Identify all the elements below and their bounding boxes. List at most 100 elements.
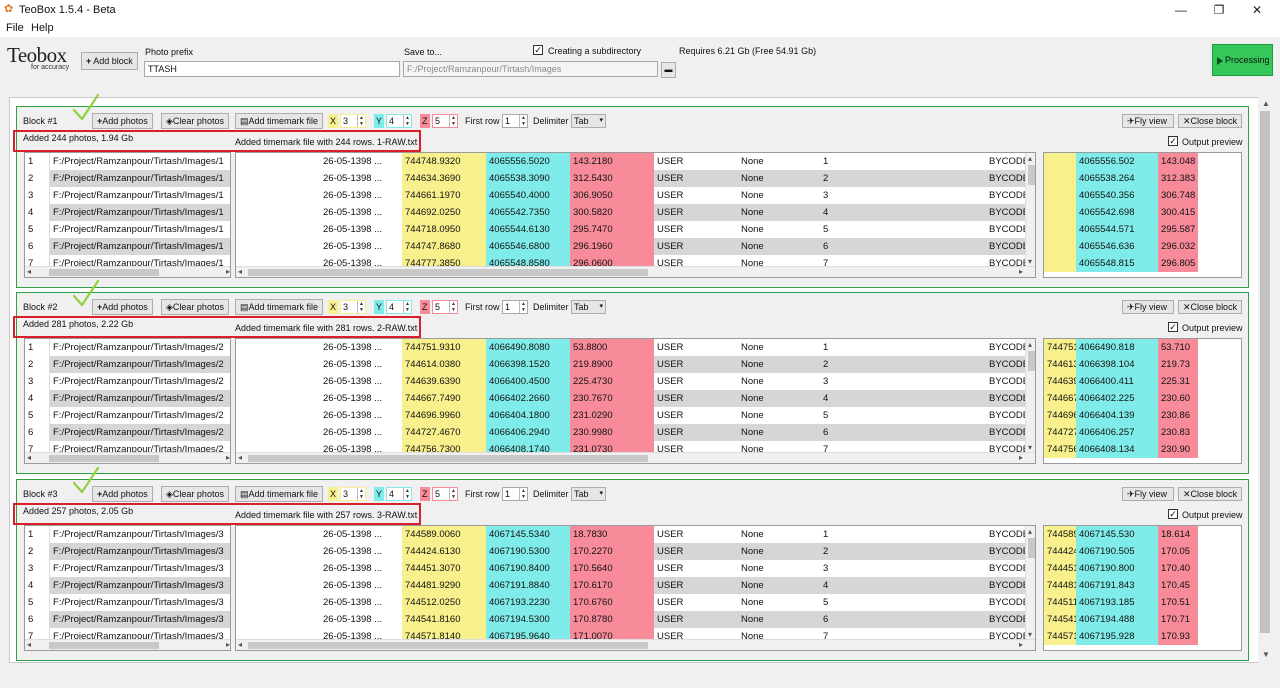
table-row[interactable]: 5 F:/Project/Ramzanpour/Tirtash/Images/1 xyxy=(25,221,230,238)
scroll-left-icon[interactable]: ◂ xyxy=(27,640,31,649)
table-row[interactable]: 3 F:/Project/Ramzanpour/Tirtash/Images/2 xyxy=(25,373,230,390)
scroll-thumb[interactable] xyxy=(49,269,159,276)
scroll-thumb[interactable] xyxy=(1028,351,1035,371)
add-timemark-button[interactable]: ▤Add timemark file xyxy=(235,486,323,502)
scroll-left-icon[interactable]: ◂ xyxy=(238,267,242,276)
timemark-vertical-scrollbar[interactable]: ▴ ▾ xyxy=(1025,526,1035,640)
menu-file[interactable]: File xyxy=(6,22,24,34)
photos-horizontal-scrollbar[interactable]: ◂ ▸ xyxy=(25,639,230,650)
delimiter-select[interactable]: Tab ▾ xyxy=(571,114,606,128)
z-column-spinner[interactable]: 5 ▲ ▼ xyxy=(432,300,458,314)
spin-arrows-icon[interactable]: ▲ ▼ xyxy=(449,488,457,500)
spin-arrows-icon[interactable]: ▲ ▼ xyxy=(403,115,411,127)
clear-photos-button[interactable]: ◈Clear photos xyxy=(161,299,229,315)
table-row[interactable]: 26-05-1398 ... 744589.0060 4067145.5340 18.… xyxy=(236,526,1026,543)
save-to-input[interactable]: F:/Project/Ramzanpour/Tirtash/Images xyxy=(403,61,658,77)
scroll-thumb[interactable] xyxy=(1028,538,1035,558)
scroll-up-icon[interactable]: ▴ xyxy=(1028,527,1032,536)
first-row-spinner[interactable]: 1 ▲ ▼ xyxy=(502,300,528,314)
minimize-button[interactable]: — xyxy=(1166,2,1196,18)
spin-arrows-icon[interactable]: ▲ ▼ xyxy=(519,301,527,313)
processing-button[interactable]: Processing xyxy=(1212,44,1273,76)
scroll-right-icon[interactable]: ▸ xyxy=(226,267,230,276)
table-row[interactable]: 26-05-1398 ... 744747.8680 4065546.6800 296… xyxy=(236,238,1026,255)
timemark-horizontal-scrollbar[interactable]: ◂ ▸ xyxy=(236,452,1035,463)
output-preview-checkbox[interactable]: ✓ xyxy=(1168,322,1178,332)
maximize-button[interactable]: ❐ xyxy=(1204,2,1234,18)
close-block-button[interactable]: ✕Close block xyxy=(1178,300,1242,314)
table-row[interactable]: 26-05-1398 ... 744451.3070 4067190.8400 170… xyxy=(236,560,1026,577)
table-row[interactable]: 3 F:/Project/Ramzanpour/Tirtash/Images/3 xyxy=(25,560,230,577)
table-row[interactable]: 2 F:/Project/Ramzanpour/Tirtash/Images/2 xyxy=(25,356,230,373)
table-row[interactable]: 26-05-1398 ... 744512.0250 4067193.2230 170… xyxy=(236,594,1026,611)
output-preview-checkbox[interactable]: ✓ xyxy=(1168,509,1178,519)
y-column-spinner[interactable]: 4 ▲ ▼ xyxy=(386,300,412,314)
spin-arrows-icon[interactable]: ▲ ▼ xyxy=(357,488,365,500)
spin-arrows-icon[interactable]: ▲ ▼ xyxy=(403,488,411,500)
x-column-spinner[interactable]: 3 ▲ ▼ xyxy=(340,487,366,501)
spin-arrows-icon[interactable]: ▲ ▼ xyxy=(449,301,457,313)
scroll-down-icon[interactable]: ▼ xyxy=(1262,650,1270,659)
scroll-thumb[interactable] xyxy=(248,269,648,276)
y-column-spinner[interactable]: 4 ▲ ▼ xyxy=(386,487,412,501)
scroll-right-icon[interactable]: ▸ xyxy=(1019,640,1023,649)
z-column-spinner[interactable]: 5 ▲ ▼ xyxy=(432,114,458,128)
table-row[interactable]: 1 F:/Project/Ramzanpour/Tirtash/Images/1 xyxy=(25,153,230,170)
add-photos-button[interactable]: +Add photos xyxy=(92,299,153,315)
z-column-spinner[interactable]: 5 ▲ ▼ xyxy=(432,487,458,501)
table-row[interactable]: 2 F:/Project/Ramzanpour/Tirtash/Images/1 xyxy=(25,170,230,187)
first-row-spinner[interactable]: 1 ▲ ▼ xyxy=(502,114,528,128)
table-row[interactable]: 26-05-1398 ... 744541.8160 4067194.5300 170… xyxy=(236,611,1026,628)
y-column-spinner[interactable]: 4 ▲ ▼ xyxy=(386,114,412,128)
subdirectory-checkbox[interactable]: ✓ xyxy=(533,45,543,55)
scroll-thumb[interactable] xyxy=(1028,165,1035,185)
spin-arrows-icon[interactable]: ▲ ▼ xyxy=(519,488,527,500)
main-vertical-scrollbar[interactable]: ▲ ▼ xyxy=(1258,97,1272,663)
table-row[interactable]: 4 F:/Project/Ramzanpour/Tirtash/Images/3 xyxy=(25,577,230,594)
x-column-spinner[interactable]: 3 ▲ ▼ xyxy=(340,300,366,314)
table-row[interactable]: 26-05-1398 ... 744634.3690 4065538.3090 312… xyxy=(236,170,1026,187)
menu-help[interactable]: Help xyxy=(31,22,54,34)
table-row[interactable]: 26-05-1398 ... 744481.9290 4067191.8840 170… xyxy=(236,577,1026,594)
timemark-horizontal-scrollbar[interactable]: ◂ ▸ xyxy=(236,266,1035,277)
fly-view-button[interactable]: ✈Fly view xyxy=(1122,300,1174,314)
scroll-left-icon[interactable]: ◂ xyxy=(238,453,242,462)
table-row[interactable]: 26-05-1398 ... 744661.1970 4065540.4000 306… xyxy=(236,187,1026,204)
table-row[interactable]: 6 F:/Project/Ramzanpour/Tirtash/Images/1 xyxy=(25,238,230,255)
scroll-right-icon[interactable]: ▸ xyxy=(226,453,230,462)
scroll-up-icon[interactable]: ▲ xyxy=(1262,99,1270,108)
clear-photos-button[interactable]: ◈Clear photos xyxy=(161,113,229,129)
browse-folder-button[interactable]: ▬ xyxy=(661,62,676,78)
scroll-left-icon[interactable]: ◂ xyxy=(27,453,31,462)
delimiter-select[interactable]: Tab ▾ xyxy=(571,487,606,501)
add-photos-button[interactable]: +Add photos xyxy=(92,113,153,129)
first-row-spinner[interactable]: 1 ▲ ▼ xyxy=(502,487,528,501)
scroll-thumb[interactable] xyxy=(248,455,648,462)
table-row[interactable]: 26-05-1398 ... 744639.6390 4066400.4500 225… xyxy=(236,373,1026,390)
table-row[interactable]: 4 F:/Project/Ramzanpour/Tirtash/Images/2 xyxy=(25,390,230,407)
spin-arrows-icon[interactable]: ▲ ▼ xyxy=(403,301,411,313)
close-block-button[interactable]: ✕Close block xyxy=(1178,114,1242,128)
scroll-down-icon[interactable]: ▾ xyxy=(1028,443,1032,452)
add-photos-button[interactable]: +Add photos xyxy=(92,486,153,502)
spin-arrows-icon[interactable]: ▲ ▼ xyxy=(449,115,457,127)
photos-horizontal-scrollbar[interactable]: ◂ ▸ xyxy=(25,452,230,463)
table-row[interactable]: 1 F:/Project/Ramzanpour/Tirtash/Images/3 xyxy=(25,526,230,543)
table-row[interactable]: 5 F:/Project/Ramzanpour/Tirtash/Images/3 xyxy=(25,594,230,611)
table-row[interactable]: 26-05-1398 ... 744718.0950 4065544.6130 295… xyxy=(236,221,1026,238)
fly-view-button[interactable]: ✈Fly view xyxy=(1122,487,1174,501)
delimiter-select[interactable]: Tab ▾ xyxy=(571,300,606,314)
scroll-thumb[interactable] xyxy=(49,455,159,462)
scroll-up-icon[interactable]: ▴ xyxy=(1028,154,1032,163)
scroll-up-icon[interactable]: ▴ xyxy=(1028,340,1032,349)
table-row[interactable]: 2 F:/Project/Ramzanpour/Tirtash/Images/3 xyxy=(25,543,230,560)
add-block-button[interactable]: + Add block xyxy=(81,52,138,70)
table-row[interactable]: 26-05-1398 ... 744614.0380 4066398.1520 219… xyxy=(236,356,1026,373)
timemark-horizontal-scrollbar[interactable]: ◂ ▸ xyxy=(236,639,1035,650)
table-row[interactable]: 5 F:/Project/Ramzanpour/Tirtash/Images/2 xyxy=(25,407,230,424)
photos-horizontal-scrollbar[interactable]: ◂ ▸ xyxy=(25,266,230,277)
table-row[interactable]: 1 F:/Project/Ramzanpour/Tirtash/Images/2 xyxy=(25,339,230,356)
fly-view-button[interactable]: ✈Fly view xyxy=(1122,114,1174,128)
table-row[interactable]: 4 F:/Project/Ramzanpour/Tirtash/Images/1 xyxy=(25,204,230,221)
scroll-right-icon[interactable]: ▸ xyxy=(1019,453,1023,462)
